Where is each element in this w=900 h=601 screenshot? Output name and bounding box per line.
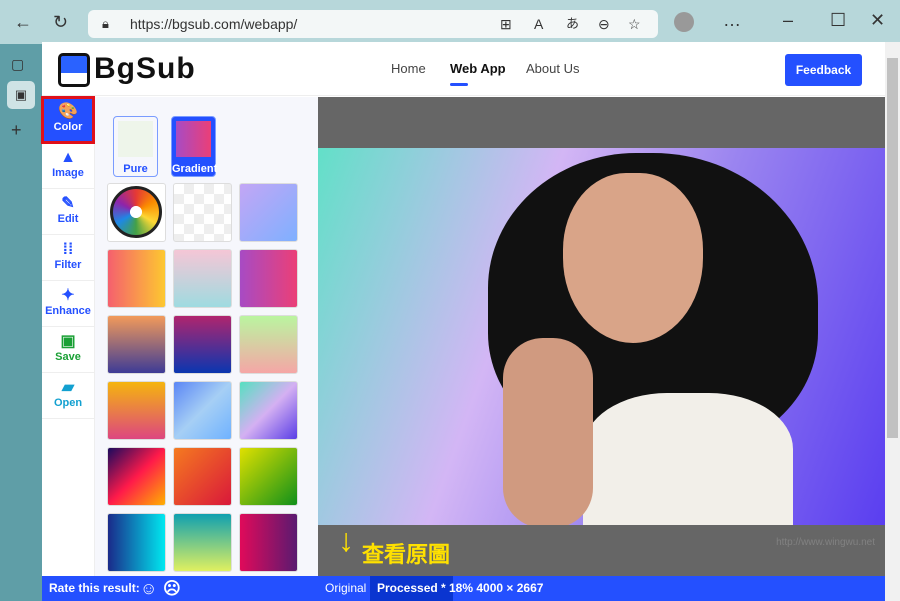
gradient-swatch[interactable] bbox=[173, 447, 232, 506]
profile-avatar[interactable] bbox=[674, 12, 694, 32]
tool-label: Edit bbox=[57, 213, 79, 225]
tool-label: Filter bbox=[54, 259, 82, 271]
gradient-swatch[interactable] bbox=[107, 513, 166, 572]
color-wheel-icon bbox=[110, 186, 162, 238]
favorite-icon[interactable]: ☆ bbox=[628, 14, 641, 34]
processed-button[interactable]: Processed * bbox=[370, 576, 453, 601]
gradient-swatch[interactable] bbox=[173, 513, 232, 572]
translate-icon[interactable]: あ bbox=[566, 14, 579, 34]
palette-icon: 🎨 bbox=[58, 103, 78, 120]
tool-open[interactable]: ▰ Open bbox=[42, 373, 94, 419]
read-aloud-icon[interactable]: A bbox=[534, 14, 543, 34]
tool-color[interactable]: 🎨 Color bbox=[41, 96, 95, 144]
gradient-swatch[interactable] bbox=[107, 249, 166, 308]
gradient-swatch[interactable] bbox=[107, 447, 166, 506]
save-icon: ▣ bbox=[60, 333, 76, 350]
rate-label: Rate this result: bbox=[49, 581, 140, 595]
image-icon: ▲ bbox=[60, 149, 76, 166]
close-icon[interactable]: ✕ bbox=[870, 10, 885, 30]
gradient-swatch[interactable] bbox=[239, 315, 298, 374]
scrollbar[interactable] bbox=[885, 42, 900, 601]
gradient-swatch[interactable] bbox=[239, 183, 298, 242]
gradient-swatch[interactable] bbox=[239, 447, 298, 506]
pure-mode-button[interactable]: Pure bbox=[113, 116, 158, 177]
tool-label: Open bbox=[53, 397, 83, 409]
nav-home[interactable]: Home bbox=[391, 61, 426, 76]
sparkle-icon: ✦ bbox=[61, 287, 75, 304]
gradient-swatch[interactable] bbox=[107, 315, 166, 374]
gradient-label: Gradient bbox=[172, 163, 218, 175]
gradient-swatch[interactable] bbox=[107, 381, 166, 440]
tool-image[interactable]: ▲ Image bbox=[42, 143, 94, 189]
pure-swatch bbox=[118, 121, 153, 157]
refresh-icon[interactable]: ↻ bbox=[53, 12, 68, 32]
image-canvas: ↓ 查看原圖 http://www.wingwu.net bbox=[318, 97, 885, 576]
nav-about-us[interactable]: About Us bbox=[526, 61, 579, 76]
gradient-swatch[interactable] bbox=[173, 249, 232, 308]
tool-filter[interactable]: ⁞⁞ Filter bbox=[42, 235, 94, 281]
new-tab-icon[interactable]: + bbox=[11, 120, 22, 140]
tool-sidebar: 🎨 Color ▲ Image ✎ Edit ⁞⁞ Filter ✦ Enhance ▣ Save ▰ O… bbox=[41, 96, 95, 576]
browser-toolbar: ← ↻ 🔒︎ https://bgsub.com/webapp/ ⊞ A あ ⊖… bbox=[0, 0, 900, 44]
vertical-tabs: ▢ ▣ + bbox=[0, 44, 42, 601]
scrollbar-thumb[interactable] bbox=[887, 58, 898, 438]
gradient-mode-button[interactable]: Gradient bbox=[171, 116, 218, 177]
color-panel: Pure Gradient bbox=[95, 97, 318, 576]
arrow-down-icon: ↓ bbox=[338, 522, 354, 558]
filter-icon: ⁞⁞ bbox=[62, 241, 74, 258]
tool-label: Color bbox=[53, 121, 83, 133]
gradient-swatch[interactable] bbox=[239, 513, 298, 572]
watermark: http://www.wingwu.net bbox=[776, 537, 875, 548]
image-info: 18% 4000 × 2667 bbox=[449, 581, 544, 595]
more-icon[interactable]: … bbox=[723, 10, 741, 30]
tool-label: Save bbox=[55, 351, 81, 363]
site-header: BgSub Home Web App About Us Feedback bbox=[42, 42, 885, 96]
annotation-text: 查看原圖 bbox=[362, 542, 451, 567]
tool-edit[interactable]: ✎ Edit bbox=[42, 189, 94, 235]
tab-actions-icon[interactable]: ▢ bbox=[11, 54, 24, 74]
status-bar: Rate this result: ☺ ☹ Original Processed… bbox=[42, 576, 885, 601]
logo-icon bbox=[58, 53, 90, 88]
nav-web-app[interactable]: Web App bbox=[450, 61, 506, 86]
pencil-icon: ✎ bbox=[61, 195, 75, 212]
back-icon[interactable]: ← bbox=[14, 12, 32, 32]
sad-face-icon[interactable]: ☹ bbox=[163, 576, 181, 601]
tool-label: Image bbox=[52, 167, 84, 179]
tool-label: Enhance bbox=[45, 305, 91, 317]
zoom-icon[interactable]: ⊖ bbox=[598, 14, 610, 34]
gradient-swatch[interactable] bbox=[239, 381, 298, 440]
address-bar[interactable]: 🔒︎ https://bgsub.com/webapp/ ⊞ A あ ⊖ ☆ bbox=[88, 10, 658, 38]
pure-label: Pure bbox=[123, 163, 148, 175]
maximize-icon[interactable]: ☐ bbox=[830, 10, 846, 30]
gradient-swatch[interactable] bbox=[239, 249, 298, 308]
swatch-grid bbox=[107, 183, 298, 572]
tool-save[interactable]: ▣ Save bbox=[42, 327, 94, 373]
gradient-swatch[interactable] bbox=[107, 183, 166, 242]
apps-icon[interactable]: ⊞ bbox=[500, 14, 512, 34]
folder-open-icon: ▰ bbox=[61, 379, 75, 396]
active-tab-icon[interactable]: ▣ bbox=[7, 81, 35, 109]
gradient-swatch[interactable] bbox=[173, 183, 232, 242]
minimize-icon[interactable]: – bbox=[783, 10, 793, 30]
gradient-swatch[interactable] bbox=[173, 315, 232, 374]
logo[interactable]: BgSub bbox=[58, 52, 196, 88]
url-text: https://bgsub.com/webapp/ bbox=[130, 16, 298, 32]
original-button[interactable]: Original bbox=[325, 576, 366, 601]
logo-text: BgSub bbox=[94, 52, 196, 85]
webpage: BgSub Home Web App About Us Feedback 🎨 Co… bbox=[41, 42, 900, 601]
lock-icon: 🔒︎ bbox=[102, 16, 109, 31]
tool-enhance[interactable]: ✦ Enhance bbox=[42, 281, 94, 327]
processed-image bbox=[318, 148, 885, 525]
gradient-swatch[interactable] bbox=[173, 381, 232, 440]
happy-face-icon[interactable]: ☺ bbox=[140, 576, 157, 601]
feedback-button[interactable]: Feedback bbox=[785, 54, 862, 86]
gradient-swatch bbox=[176, 121, 211, 157]
